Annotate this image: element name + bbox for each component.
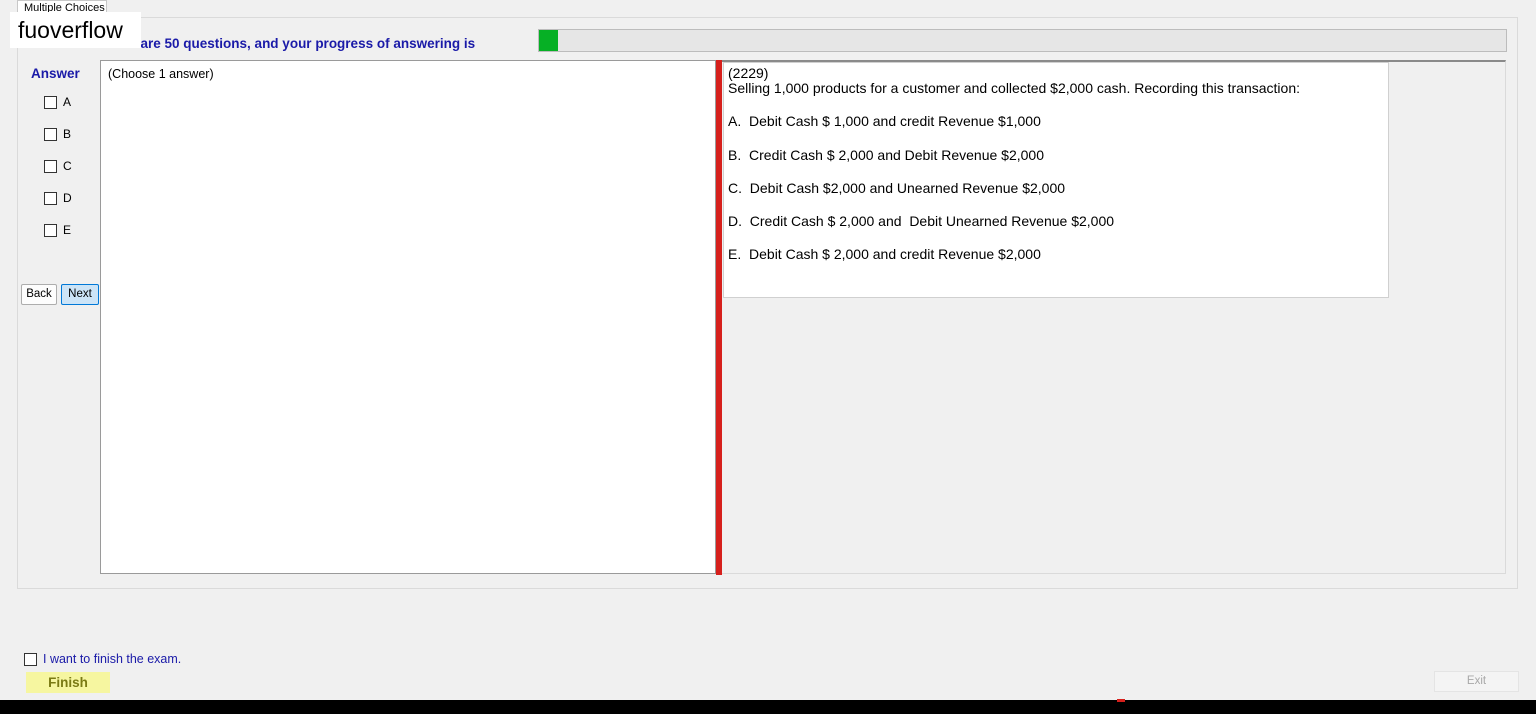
choice-c[interactable]: C xyxy=(44,158,72,174)
answer-label: Answer xyxy=(31,66,80,81)
question-option-a: A. Debit Cash $ 1,000 and credit Revenue… xyxy=(728,113,1041,129)
choice-d-label: D xyxy=(63,191,72,205)
question-option-d: D. Credit Cash $ 2,000 and Debit Unearne… xyxy=(728,213,1115,229)
progress-text: There are 50 questions, and your progres… xyxy=(100,36,476,51)
back-button[interactable]: Back xyxy=(21,284,57,305)
question-text: Selling 1,000 products for a customer an… xyxy=(728,80,1300,96)
choice-e-checkbox[interactable] xyxy=(44,223,57,237)
question-option-b: B. Credit Cash $ 2,000 and Debit Revenue… xyxy=(728,147,1044,163)
question-option-e: E. Debit Cash $ 2,000 and credit Revenue… xyxy=(728,246,1041,262)
choice-c-checkbox[interactable] xyxy=(44,159,57,173)
progress-bar-fill xyxy=(539,30,559,51)
bottom-marker xyxy=(1117,699,1125,702)
watermark-overlay: fuoverflow xyxy=(10,12,141,48)
choice-d-checkbox[interactable] xyxy=(44,191,57,205)
question-option-c: C. Debit Cash $2,000 and Unearned Revenu… xyxy=(728,180,1066,196)
choice-d[interactable]: D xyxy=(44,190,72,206)
choice-e-label: E xyxy=(63,223,72,237)
choice-a[interactable]: A xyxy=(44,94,71,110)
finish-exam-label[interactable]: I want to finish the exam. xyxy=(43,652,181,666)
finish-exam-checkbox[interactable] xyxy=(24,652,37,666)
finish-button[interactable]: Finish xyxy=(26,672,110,693)
progress-bar xyxy=(538,29,1507,52)
choice-b[interactable]: B xyxy=(44,126,71,142)
choice-a-checkbox[interactable] xyxy=(44,95,57,109)
question-box: (2229) Selling 1,000 products for a cust… xyxy=(723,62,1389,298)
answer-text-box[interactable]: (Choose 1 answer) xyxy=(100,60,716,574)
choice-b-label: B xyxy=(63,127,72,141)
exit-button[interactable]: Exit xyxy=(1434,671,1519,692)
finish-exam-check-row[interactable]: I want to finish the exam. xyxy=(24,651,181,667)
choice-e[interactable]: E xyxy=(44,222,71,238)
next-button[interactable]: Next xyxy=(61,284,99,305)
bottom-bar xyxy=(0,700,1536,714)
choice-c-label: C xyxy=(63,159,72,173)
choice-b-checkbox[interactable] xyxy=(44,127,57,141)
question-id: (2229) xyxy=(728,65,769,81)
choose-hint: (Choose 1 answer) xyxy=(108,67,214,81)
choice-a-label: A xyxy=(63,95,72,109)
